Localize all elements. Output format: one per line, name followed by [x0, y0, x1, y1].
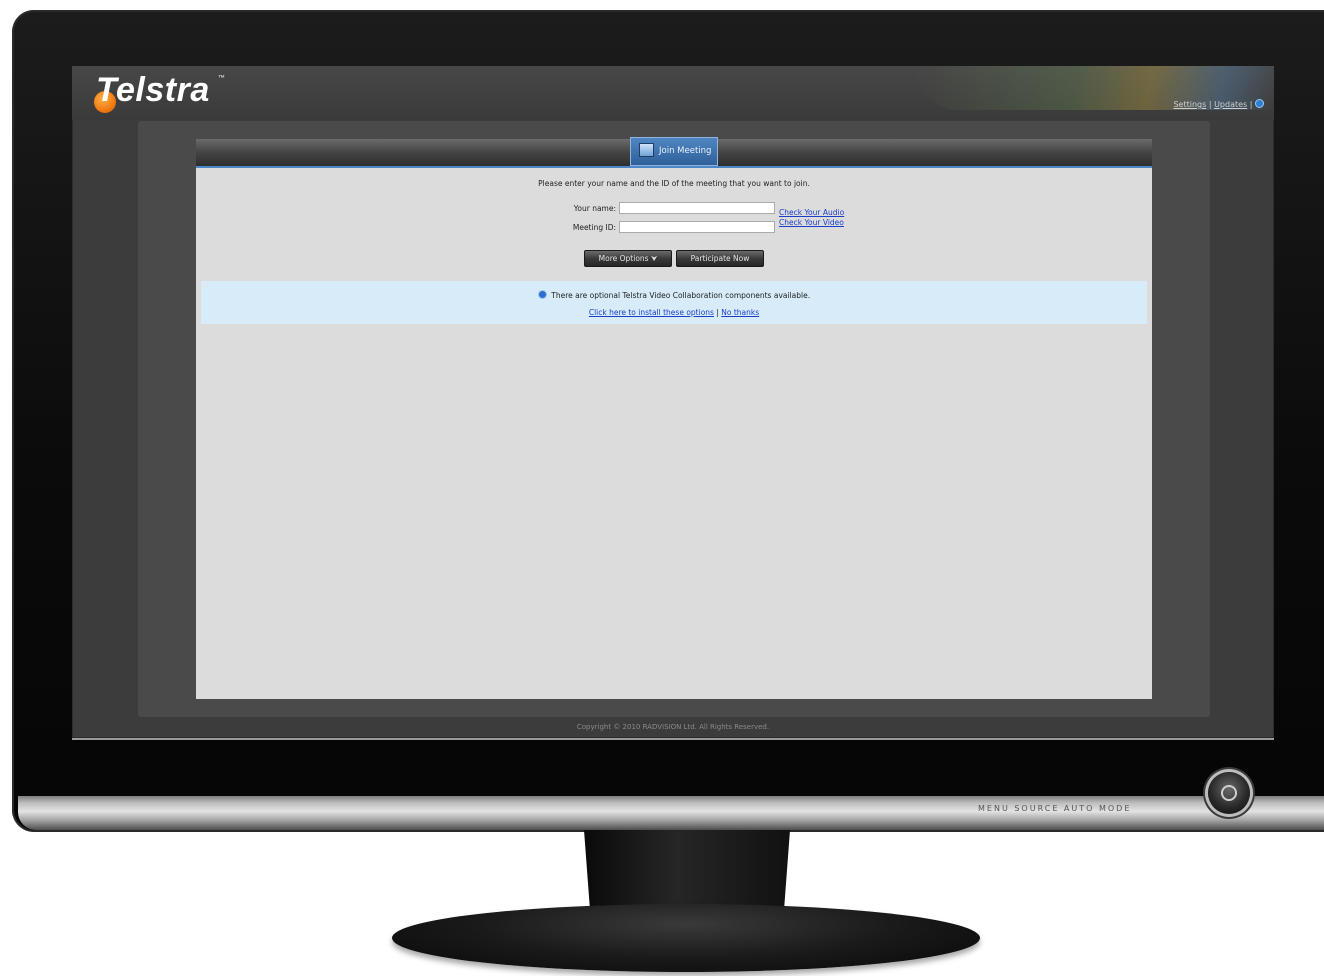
power-icon[interactable] [1208, 772, 1250, 814]
notice-separator: | [716, 308, 719, 317]
tab-bar: Join Meeting [196, 137, 1152, 168]
tab-label: Join Meeting [659, 146, 712, 156]
info-icon [537, 290, 547, 299]
top-links: Settings | Updates | [1173, 99, 1264, 109]
settings-link[interactable]: Settings [1173, 100, 1206, 109]
meeting-id-label: Meeting ID: [572, 223, 616, 232]
participate-now-button[interactable]: Participate Now [676, 250, 764, 267]
help-icon[interactable] [1255, 99, 1264, 108]
link-separator: | [1208, 100, 1212, 109]
screen-bottom-edge [72, 738, 1274, 740]
join-meeting-panel: Join Meeting Please enter your name and … [196, 137, 1152, 699]
monitor-button-labels: MENU SOURCE AUTO MODE [978, 804, 1132, 813]
name-input[interactable] [619, 202, 775, 214]
meeting-icon [639, 143, 654, 157]
tab-join-meeting[interactable]: Join Meeting [630, 137, 718, 166]
app-screen: Telstra ™ Settings | Updates | Join Meet… [72, 66, 1274, 738]
logo-text: Telstra [96, 71, 210, 109]
app-header: Telstra ™ Settings | Updates | [72, 66, 1274, 120]
logo-trademark: ™ [218, 75, 226, 82]
name-label: Your name: [573, 204, 616, 213]
more-options-button[interactable]: More Options ⮟ [584, 250, 672, 267]
monitor-stand-base [392, 904, 980, 972]
notice-actions: Click here to install these options | No… [201, 308, 1147, 317]
optional-components-notice: There are optional Telstra Video Collabo… [201, 281, 1147, 324]
notice-message: There are optional Telstra Video Collabo… [551, 291, 811, 300]
notice-message-row: There are optional Telstra Video Collabo… [201, 290, 1147, 300]
meeting-id-input[interactable] [619, 221, 775, 233]
outer-panel: Join Meeting Please enter your name and … [138, 121, 1210, 717]
link-separator: | [1249, 100, 1253, 109]
no-thanks-link[interactable]: No thanks [721, 308, 759, 317]
check-audio-link[interactable]: Check Your Audio [779, 208, 844, 217]
check-video-link[interactable]: Check Your Video [779, 218, 844, 227]
install-options-link[interactable]: Click here to install these options [589, 308, 714, 317]
copyright-text: Copyright © 2010 RADVISION Ltd. All Righ… [576, 723, 770, 731]
updates-link[interactable]: Updates [1214, 100, 1247, 109]
instructions-text: Please enter your name and the ID of the… [538, 179, 810, 188]
